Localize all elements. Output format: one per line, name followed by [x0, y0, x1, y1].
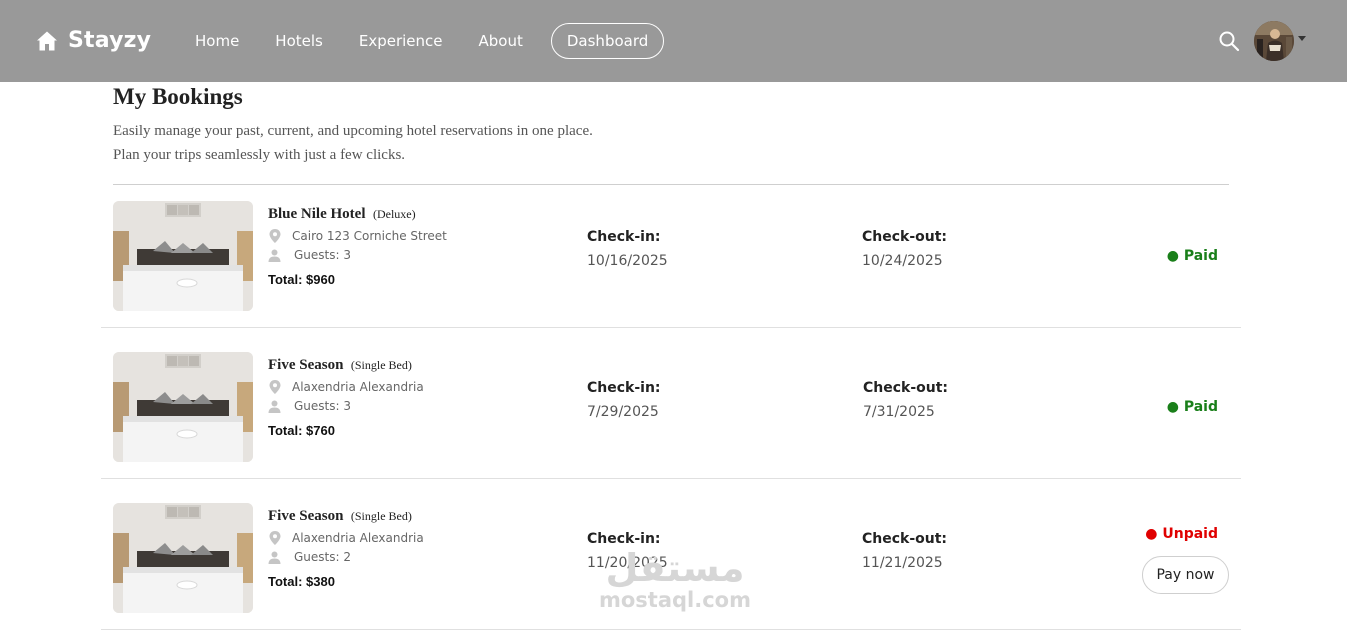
hotel-location: Alaxendria Alexandria	[268, 531, 424, 545]
location-pin-icon	[269, 531, 281, 545]
user-avatar[interactable]	[1254, 21, 1294, 61]
brand-name: Stayzy	[68, 28, 152, 53]
nav-link-about[interactable]: About	[479, 32, 523, 50]
room-type: (Single Bed)	[350, 509, 412, 523]
checkout-label: Check-out:	[863, 380, 949, 396]
user-icon	[268, 551, 281, 564]
booking-card: Five Season (Single Bed) Alaxendria Alex…	[101, 479, 1241, 630]
pay-now-button[interactable]: Pay now	[1142, 556, 1229, 594]
location-text: Alaxendria Alexandria	[292, 380, 424, 394]
nav-link-hotels[interactable]: Hotels	[275, 32, 323, 50]
user-icon	[268, 400, 281, 413]
status-badge: ● Paid	[1166, 399, 1218, 415]
checkout-date: 11/21/2025	[862, 555, 943, 571]
guests-text: Guests: 2	[294, 550, 351, 564]
guest-count: Guests: 2	[268, 550, 351, 564]
brand-logo[interactable]: Stayzy	[35, 28, 151, 53]
user-icon	[268, 249, 281, 262]
hotel-photo	[113, 352, 253, 462]
checkin-label: Check-in:	[587, 380, 661, 396]
booking-card: Five Season (Single Bed) Alaxendria Alex…	[101, 328, 1241, 479]
location-pin-icon	[269, 229, 281, 243]
room-type: (Single Bed)	[350, 358, 412, 372]
guest-count: Guests: 3	[268, 248, 351, 262]
guests-text: Guests: 3	[294, 399, 351, 413]
location-pin-icon	[269, 380, 281, 394]
hotel-location: Cairo 123 Corniche Street	[268, 229, 447, 243]
location-text: Cairo 123 Corniche Street	[292, 229, 447, 243]
checkin-date: 11/20/2025	[587, 555, 668, 571]
checkout-label: Check-out:	[862, 229, 948, 245]
navbar: Stayzy Home Hotels Experience About Dash…	[0, 0, 1347, 82]
hotel-location: Alaxendria Alexandria	[268, 380, 424, 394]
intro-line-2: Plan your trips seamlessly with just a f…	[113, 147, 406, 163]
hotel-name: Five Season	[268, 508, 344, 524]
hotel-name: Blue Nile Hotel	[268, 206, 366, 222]
guest-count: Guests: 3	[268, 399, 351, 413]
nav-link-home[interactable]: Home	[195, 32, 239, 50]
total-price: Total: $960	[268, 272, 335, 287]
total-price: Total: $380	[268, 574, 335, 589]
checkin-label: Check-in:	[587, 229, 661, 245]
caret-down-icon[interactable]	[1298, 36, 1306, 41]
status-badge: ● Unpaid	[1145, 526, 1218, 542]
checkin-date: 10/16/2025	[587, 253, 668, 269]
location-text: Alaxendria Alexandria	[292, 531, 424, 545]
total-price: Total: $760	[268, 423, 335, 438]
hotel-photo	[113, 503, 253, 613]
home-icon	[37, 31, 57, 50]
status-badge: ● Paid	[1166, 248, 1218, 264]
nav-link-experience[interactable]: Experience	[359, 32, 443, 50]
checkin-date: 7/29/2025	[587, 404, 659, 420]
room-type: (Deluxe)	[372, 207, 416, 221]
hotel-title: Five Season (Single Bed)	[268, 507, 412, 525]
page-title: My Bookings	[113, 84, 243, 109]
search-icon[interactable]	[1218, 30, 1240, 52]
hotel-photo	[113, 201, 253, 311]
checkout-label: Check-out:	[862, 531, 948, 547]
checkin-label: Check-in:	[587, 531, 661, 547]
intro-line-1: Easily manage your past, current, and up…	[113, 123, 593, 139]
checkout-date: 7/31/2025	[863, 404, 935, 420]
checkout-date: 10/24/2025	[862, 253, 943, 269]
hotel-name: Five Season	[268, 357, 344, 373]
dashboard-button[interactable]: Dashboard	[550, 23, 665, 59]
guests-text: Guests: 3	[294, 248, 351, 262]
hotel-title: Five Season (Single Bed)	[268, 356, 412, 374]
hotel-title: Blue Nile Hotel (Deluxe)	[268, 205, 416, 223]
booking-card: Blue Nile Hotel (Deluxe) Cairo 123 Corni…	[101, 177, 1241, 328]
nav-links: Home Hotels Experience About Dashboard	[195, 0, 665, 82]
